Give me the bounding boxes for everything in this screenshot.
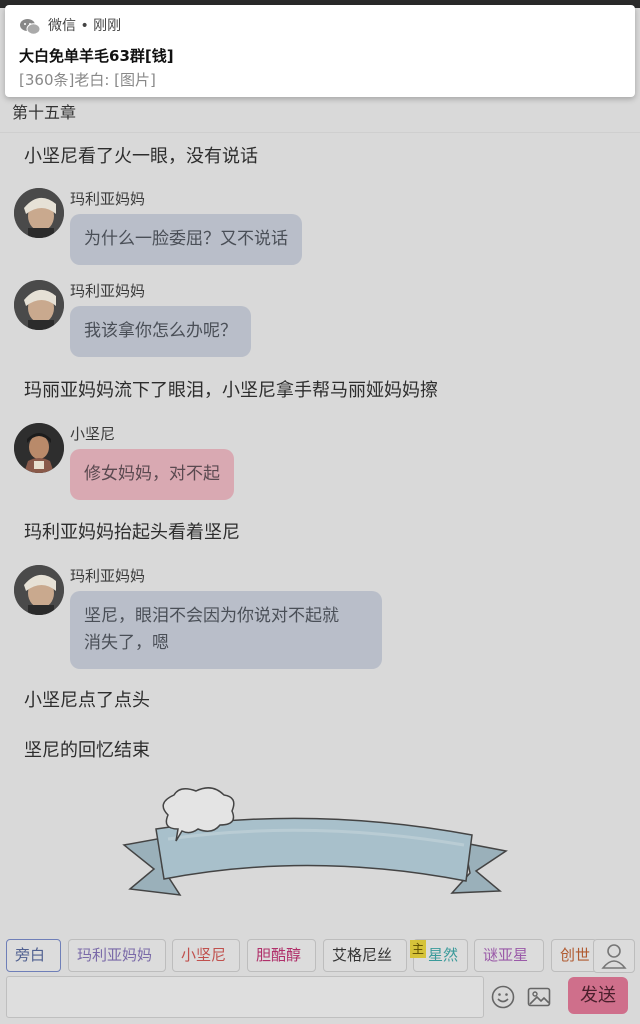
role-label: 旁白 (15, 946, 46, 964)
avatar-maria[interactable] (14, 565, 64, 615)
sender-name: 玛利亚妈妈 (70, 190, 146, 208)
ribbon-illustration (122, 787, 508, 896)
role-chip-chuangshi[interactable]: 创世 (551, 939, 597, 972)
user-button[interactable] (593, 939, 635, 973)
role-label: 艾格尼丝 (332, 946, 393, 964)
notification-app: 微信 • 刚刚 (48, 18, 122, 34)
main-role-badge: 主 (410, 940, 426, 958)
user-icon (601, 944, 627, 969)
role-chip-jenny[interactable]: 小坚尼 (172, 939, 240, 972)
notification-title: 大白免单羊毛63群[钱] (19, 47, 174, 65)
role-chip-miyaxing[interactable]: 谜亚星 (474, 939, 544, 972)
notification-banner[interactable]: 微信 • 刚刚 大白免单羊毛63群[钱] [360条]老白: [图片] (5, 5, 635, 97)
message-bubble[interactable]: 为什么一脸委屈？又不说话 (70, 214, 302, 265)
narration-line: 坚尼的回忆结束 (24, 740, 150, 761)
emoji-button[interactable] (490, 984, 516, 1010)
message-line: 坚尼，眼泪不会因为你说对不起就 (84, 606, 339, 626)
composer: 发送 (0, 974, 640, 1024)
sender-name: 玛利亚妈妈 (70, 567, 146, 585)
narration-line: 玛丽亚妈妈流下了眼泪，小坚尼拿手帮马丽娅妈妈擦 (24, 380, 438, 401)
role-chip-narrator[interactable]: 旁白 (6, 939, 61, 972)
avatar-maria[interactable] (14, 188, 64, 238)
role-label: 谜亚星 (483, 946, 529, 964)
role-chip-agnes[interactable]: 艾格尼丝 (323, 939, 407, 972)
role-label: 胆酷醇 (256, 946, 302, 964)
image-icon (527, 987, 551, 1007)
narration-line: 小坚尼点了点头 (24, 690, 150, 711)
chapter-header: 第十五章 (0, 93, 640, 133)
role-label: 创世 (560, 946, 591, 964)
message-input[interactable] (6, 976, 484, 1018)
message-bubble[interactable]: 修女妈妈，对不起 (70, 449, 234, 500)
narration-line: 小坚尼看了火一眼，没有说话 (24, 146, 258, 167)
role-chip-dankuchun[interactable]: 胆酷醇 (247, 939, 316, 972)
avatar-maria[interactable] (14, 280, 64, 330)
avatar-jenny[interactable] (14, 423, 64, 473)
message-bubble[interactable]: 我该拿你怎么办呢？ (70, 306, 251, 357)
message-line: 消失了，嗯 (84, 633, 169, 653)
role-chip-maria[interactable]: 玛利亚妈妈 (68, 939, 166, 972)
sender-name: 小坚尼 (70, 425, 116, 443)
role-selector: 旁白 玛利亚妈妈 小坚尼 胆酷醇 艾格尼丝 星然 谜亚星 创世 (0, 934, 640, 974)
role-label: 小坚尼 (181, 946, 227, 964)
role-label: 玛利亚妈妈 (77, 946, 153, 964)
role-label: 星然 (428, 946, 459, 964)
chapter-title: 第十五章 (12, 103, 77, 122)
notification-text: [360条]老白: [图片] (19, 71, 156, 89)
message-bubble[interactable]: 坚尼，眼泪不会因为你说对不起就 消失了，嗯 (70, 591, 382, 669)
image-button[interactable] (526, 984, 552, 1010)
narration-line: 玛利亚妈妈抬起头看着坚尼 (24, 522, 240, 543)
wechat-icon (19, 17, 41, 37)
send-button[interactable]: 发送 (568, 977, 628, 1014)
sender-name: 玛利亚妈妈 (70, 282, 146, 300)
smiley-icon (491, 985, 515, 1009)
